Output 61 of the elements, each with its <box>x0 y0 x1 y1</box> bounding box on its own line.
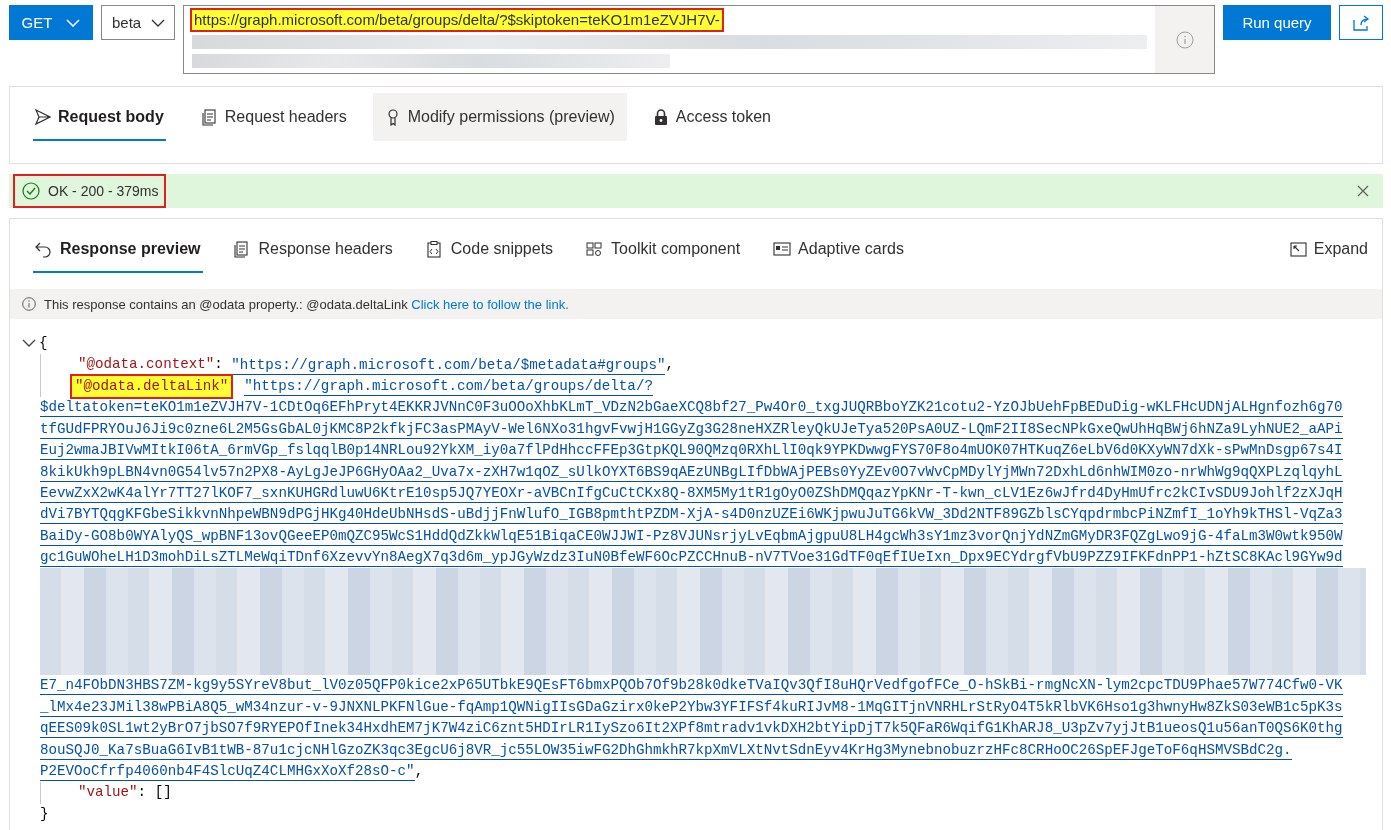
json-link[interactable]: dVi7BYTQqgKFGbeSikkvnNhpeWBN9dPGjHKg40HdeUbNHsdS-uBdjjFnWlufO_IGB8pmthtPZDM-XjA-s4D0nzUZEi6WKjpwuJuTG6kVW_3Dd2NTF89GZblsCYqpdrmbcPiNZmfI_1oYh9kTHSl-VqZa3 <box>40 505 1343 525</box>
info-icon <box>22 297 36 311</box>
json-link[interactable]: EevwZxX2wK4alYr7TT27lKOF7_sxnKUHGRdluwU6KtrE10sp5JQ7YEOXr-aVBCnIfgCuCtCKx8Q-8XM5My1tR1gOyO0ZShDMQqazYpKNr-T-kwn_cLV1Ez6wJfrd4DyHmUfrc2kCIvSDU9Johlf2zXJqH <box>40 483 1343 503</box>
chevron-down-icon <box>66 18 81 27</box>
json-link[interactable]: qEES09k0SL1wt2yBrO7jbSO7f9RYEPOfInek34HxdhEM7jK7W4ziC6znt5HDIrLR1IySzo6It2XPf8mtradv1vkDXH2btYipDjT7k5QFaR6WqifG1KhARJ8_U3pZv7yjJtB1ueosQ1u56anT0QS6K0thg <box>40 719 1343 739</box>
document-icon <box>201 108 218 126</box>
json-link[interactable]: BaiDy-GO8b0WYAlyQS_wpBNF13ovQGeeEP0mQZC95WcS1HddQdZkkWlqE51BiqaCE0WJJWI-Pz8VJUNsrjyLvEqbmAjgpuU8LH4gcWh3sY1mz3vorQnjYdNZmGMyDR3FQZgLwo9jG-4faLm3W0wtk950W <box>40 526 1343 546</box>
notice-text: This response contains an @odata property.: @odata.deltaLink Click here to follow the link. <box>44 296 569 312</box>
request-tab[interactable]: Request headers <box>189 93 359 141</box>
request-tab[interactable]: Access token <box>640 93 783 141</box>
close-button[interactable] <box>1357 185 1369 197</box>
method-dropdown[interactable]: GET <box>9 5 93 40</box>
json-brace: { <box>39 334 48 353</box>
version-dropdown[interactable]: beta <box>101 5 175 40</box>
response-tab[interactable]: Adaptive cards <box>761 225 916 273</box>
chevron-down-icon <box>151 18 166 27</box>
info-icon <box>1175 30 1194 49</box>
response-tab[interactable]: Toolkit component <box>574 225 753 273</box>
follow-link[interactable]: Click here to follow the link. <box>411 296 569 312</box>
run-query-button[interactable]: Run query <box>1223 5 1331 40</box>
json-link[interactable]: gc1GuWOheLH1D3mohDiLsZTLMeWqiTDnf6XzevvYn8AegX7q3d6m_ypJGyWzdz3IuN0BfeWF6OcPZCCHnuB-nV7TVoe31GdTF0qEfIUeIxn_Dpx9ECYdrgfVbU9PZZ9IFKFdnPP1-hZtSC8KAcl9GYw9d <box>40 548 1343 568</box>
json-link[interactable]: P2EVOoCfrfp4060nb4F4SlcUqZ4CLMHGxXoXf28sO-c" <box>40 762 415 782</box>
json-colon: : <box>137 783 147 803</box>
json-comma: , <box>414 761 424 781</box>
json-colon: : <box>214 355 223 375</box>
response-tab[interactable]: Response headers <box>221 225 405 273</box>
url-text: https://graph.microsoft.com/beta/groups/delta/?$skiptoken=teKO1m1eZVJH7V- <box>192 10 722 30</box>
json-value: [] <box>154 783 172 803</box>
request-tab[interactable]: Request body <box>23 93 176 141</box>
share-icon <box>1352 14 1370 31</box>
check-circle-icon <box>22 182 40 200</box>
lock-icon <box>652 108 669 126</box>
json-brace: } <box>40 804 49 824</box>
response-tab[interactable]: Response preview <box>23 225 213 273</box>
json-key: "@odata.deltaLink" <box>72 375 232 398</box>
close-icon <box>1357 185 1369 197</box>
url-input-field[interactable]: https://graph.microsoft.com/beta/groups/delta/?$skiptoken=teKO1m1eZVJH7V- <box>183 5 1215 74</box>
status-message: OK - 200 - 379ms <box>48 183 159 199</box>
back-arrow-icon <box>35 240 53 258</box>
json-link[interactable]: "https://graph.microsoft.com/beta/groups/delta/? <box>244 376 653 396</box>
json-comma: , <box>665 355 674 375</box>
clipboard-code-icon <box>425 240 444 258</box>
json-link[interactable]: _lMx4e23JMil38wPBiA8Q5_wM34nzur-v-9JNXNLPKFNlGue-fqAmp1QWNigIIsGDaGzirx0keP2Ybw3YFIFSf4kuRIJvM8-1MqGITjnVNRHLrStRyO4T5kRlbVK6Hso1g3hwnyHw8ZkS03eWB1c5pK3s <box>40 697 1343 717</box>
response-tab[interactable]: Code snippets <box>413 225 566 273</box>
json-link[interactable]: "https://graph.microsoft.com/beta/$metadata#groups" <box>231 355 666 375</box>
expand-icon <box>1289 241 1307 257</box>
components-icon <box>586 240 605 258</box>
json-key: "@odata.context" <box>78 354 215 376</box>
card-icon <box>773 240 792 258</box>
json-link[interactable]: Euj2wmaJBIVwMItkI06tA_6rmVGp_fslqqlB0p14NRLou92YkXM_iy0a7flPdHhccFFEp3GtpKQL90QMzq0RXhLlI0qk9YPKDwwgFYS70F8o4mUOK07HTKuqZ6eLbV6d0KXyWN7dXk-sPwMnDsgp67s4I <box>40 441 1343 461</box>
json-link[interactable]: tfGUdFPRYOuJ6Ji9c0zne6L2M5GsGbAL0jKMC8P2kfkjFC3asPMAyV-Wel6NXo31hgvFvwjH1GGyZg3G28neHXZRleyQkUJeTya520PsA0UZ-LQmF2II8SecNPkGxeQwUhHqBWj6hNZa9LyhNUE2_aAPi <box>40 419 1343 439</box>
chevron-down-icon[interactable] <box>22 339 36 349</box>
share-button[interactable] <box>1339 5 1383 40</box>
request-tab[interactable]: Modify permissions (preview) <box>372 93 627 141</box>
send-icon <box>35 108 51 126</box>
json-link[interactable]: 8ouSQJ0_Ka7sBuaG6IvB1tWB-87u1cjcNHlGzoZK3qc3EgcU6j8VR_jc55LOW35iwFG2DhGhmkhR7kpXmVLXtNvtSdnEyv4KrHg3MynebnobuzrzHFc8CRHoOC26SpEFJgeToF6qHSMVSBdC2g. <box>40 740 1292 760</box>
json-link[interactable]: 8kikUkh9pLBN4vn0G54lv57n2PX8-AyLgJeJP6GHyOAa2_Uva7x-zXH7w1qOZ_sUlkOYXT6BS9qAEzUNBgLIfDbWAjPEBs0YyZEv0O7vWvCpMDylYjMWn72DxhLd6nhWIM0zo-nrWhWg9qQXPLzqlqyhL <box>40 462 1343 482</box>
json-key: "value" <box>78 782 138 804</box>
json-link[interactable]: $deltatoken=teKO1m1eZVJH7V-1CDtOq6EFhPryt4EKKRJVNnC0F3uOOoXhbKLmT_VDzN2bGaeXCQ8bf27_Pw4Or0_txgJUQRBboYZK21cotu2-YzOJbUehFpBEDuDig-wKLFHcUDNjALHgnfozh6g70 <box>40 398 1343 418</box>
json-link[interactable]: E7_n4FObDN3HBS7ZM-kg9y5SYreV8but_lV0z05QFP0kice2xP65UTbkE9QEsFT6bmxPQOb7Of9b28k0dkeTVaIQv3QfI8uHQrVedfgofFCe_O-hSkBi-rmgNcXN-lym2cpcTDU9Phae57W774Cfw0-VK <box>40 676 1343 696</box>
expand-button[interactable]: Expand <box>1277 225 1380 273</box>
